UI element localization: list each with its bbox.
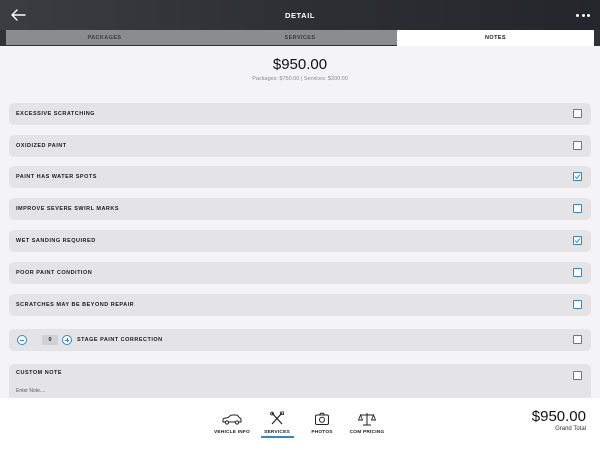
- grand-total-amount: $950.00: [531, 408, 586, 425]
- note-row-poor-paint[interactable]: POOR PAINT CONDITION: [9, 262, 591, 284]
- nav-services[interactable]: SERVICES: [257, 411, 297, 435]
- scale-icon: [357, 413, 377, 426]
- header-bar: DETAIL: [0, 0, 600, 30]
- nav-label: COM PRICING: [349, 430, 385, 435]
- note-row-water-spots[interactable]: PAINT HAS WATER SPOTS: [9, 166, 591, 188]
- note-checkbox[interactable]: [573, 268, 582, 277]
- note-checkbox[interactable]: [573, 109, 582, 118]
- dot: [587, 13, 590, 17]
- custom-note-row: CUSTOM NOTE: [9, 364, 591, 398]
- camera-icon: [315, 412, 329, 425]
- tab-bar: PACKAGES SERVICES NOTES: [0, 30, 600, 46]
- bottom-toolbar: VEHICLE INFO SERVICES PHOTOS COM PRICING: [0, 398, 600, 450]
- dot: [581, 13, 585, 17]
- grand-total: $950.00 Grand Total: [532, 408, 586, 432]
- note-label: POOR PAINT CONDITION: [16, 270, 93, 276]
- total-price: $950.00: [272, 56, 328, 73]
- nav-photos[interactable]: PHOTOS: [302, 411, 342, 435]
- note-row-excessive-scratching[interactable]: EXCESSIVE SCRATCHING: [9, 103, 591, 125]
- stage-checkbox[interactable]: [573, 335, 582, 344]
- note-checkbox[interactable]: [573, 141, 582, 150]
- tab-services[interactable]: SERVICES: [203, 30, 397, 45]
- tab-packages[interactable]: PACKAGES: [6, 30, 203, 45]
- note-row-wet-sanding[interactable]: WET SANDING REQUIRED: [9, 230, 591, 252]
- note-row-scratches-beyond-repair[interactable]: SCRATCHES MAY BE BEYOND REPAIR: [9, 294, 591, 316]
- nav-label: VEHICLE INFO: [214, 430, 250, 435]
- nav-label: PHOTOS: [311, 430, 333, 435]
- note-label: IMPROVE SEVERE SWIRL MARKS: [16, 206, 120, 212]
- checkmark-icon: [574, 174, 581, 180]
- stage-label: STAGE PAINT CORRECTION: [77, 337, 163, 343]
- note-label: WET SANDING REQUIRED: [16, 238, 96, 244]
- more-options-button[interactable]: [576, 9, 590, 21]
- note-label: PAINT HAS WATER SPOTS: [16, 174, 97, 180]
- note-row-oxidized-paint[interactable]: OXIDIZED PAINT: [9, 135, 591, 157]
- car-icon: [222, 414, 242, 425]
- back-button[interactable]: [9, 6, 27, 24]
- tab-notes[interactable]: NOTES: [397, 30, 594, 46]
- note-checkbox[interactable]: [573, 300, 582, 309]
- nav-label: SERVICES: [264, 430, 290, 435]
- price-breakdown: Packages: $750.00 | Services: $200.00: [252, 76, 348, 82]
- dot: [576, 13, 579, 17]
- checkmark-icon: [574, 238, 581, 244]
- note-label: EXCESSIVE SCRATCHING: [16, 111, 95, 117]
- increment-button[interactable]: [62, 335, 72, 345]
- custom-note-checkbox[interactable]: [573, 371, 582, 380]
- page-title: DETAIL: [284, 10, 316, 20]
- decrement-button[interactable]: [17, 335, 27, 345]
- grand-total-label: Grand Total: [555, 426, 586, 432]
- tools-icon: [270, 411, 284, 425]
- note-checkbox[interactable]: [573, 172, 582, 181]
- note-row-swirl-marks[interactable]: IMPROVE SEVERE SWIRL MARKS: [9, 198, 591, 220]
- arrow-left-icon: [11, 9, 26, 21]
- custom-note-input[interactable]: [16, 386, 316, 395]
- stage-correction-row: 0 STAGE PAINT CORRECTION: [9, 329, 591, 351]
- custom-note-label: CUSTOM NOTE: [16, 370, 63, 376]
- note-label: OXIDIZED PAINT: [16, 143, 67, 149]
- nav-vehicle-info[interactable]: VEHICLE INFO: [212, 411, 252, 435]
- note-label: SCRATCHES MAY BE BEYOND REPAIR: [16, 302, 135, 308]
- note-checkbox[interactable]: [573, 204, 582, 213]
- nav-com-pricing[interactable]: COM PRICING: [347, 411, 387, 435]
- note-checkbox[interactable]: [573, 236, 582, 245]
- active-nav-indicator: [261, 436, 294, 438]
- stage-quantity-value[interactable]: 0: [42, 335, 58, 345]
